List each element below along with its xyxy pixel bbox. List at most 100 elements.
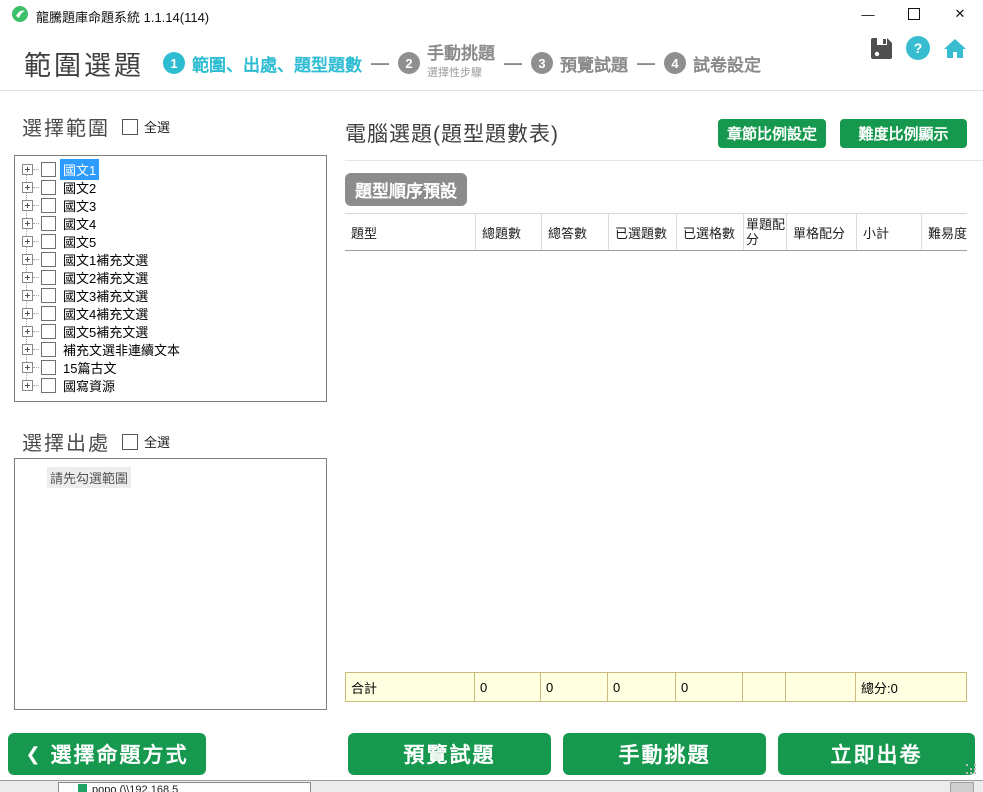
source-select-all-label: 全選: [144, 432, 170, 451]
expand-plus-icon[interactable]: [22, 200, 33, 211]
tree-item-supp5[interactable]: 國文5補充文選: [15, 322, 326, 340]
minimize-button[interactable]: —: [845, 0, 891, 28]
save-icon[interactable]: [870, 37, 893, 60]
step-2-manual-pick[interactable]: 2 手動挑題 選擇性步驟: [398, 45, 495, 82]
main-panel-divider: [345, 160, 983, 161]
maximize-button[interactable]: [891, 0, 937, 28]
difficulty-ratio-button[interactable]: 難度比例顯示: [840, 119, 967, 148]
help-icon[interactable]: ?: [906, 36, 930, 60]
tree-item-checkbox[interactable]: [41, 180, 56, 195]
app-window: 龍騰題庫命題系統 1.1.14(114) — ✕ 範圍選題 1 範圍、出處、題型…: [0, 0, 983, 792]
step-1-range[interactable]: 1 範圍、出處、題型題數: [163, 51, 362, 76]
tree-item-guowen1[interactable]: 國文1: [15, 160, 326, 178]
tree-item-checkbox[interactable]: [41, 270, 56, 285]
tree-item-15-classics[interactable]: 15篇古文: [15, 358, 326, 376]
step-separator: —: [371, 53, 389, 74]
expand-plus-icon[interactable]: [22, 164, 33, 175]
expand-plus-icon[interactable]: [22, 272, 33, 283]
chapter-ratio-button[interactable]: 章節比例設定: [718, 119, 826, 148]
background-window-item: popo (\\192.168.5: [58, 782, 311, 792]
step-2-sublabel: 選擇性步驟: [427, 64, 495, 82]
col-difficulty: 難易度: [921, 214, 967, 250]
tree-item-guowen5[interactable]: 國文5: [15, 232, 326, 250]
resize-grip[interactable]: [964, 762, 978, 776]
selected-blanks-value: 0: [676, 672, 743, 702]
chevron-left-icon: ❮: [25, 744, 42, 765]
source-section-title: 選擇出處: [22, 427, 110, 456]
col-selected-questions: 已選題數: [608, 214, 676, 250]
step-indicator: 1 範圍、出處、題型題數 — 2 手動挑題 選擇性步驟 — 3 預覽試題 — 4…: [163, 40, 761, 86]
step-3-preview[interactable]: 3 預覽試題: [531, 51, 628, 76]
window-controls: — ✕: [845, 0, 983, 28]
total-answers-value: 0: [541, 672, 608, 702]
points-per-blank-value: [786, 672, 856, 702]
step-1-circle: 1: [163, 52, 185, 74]
tree-item-checkbox[interactable]: [41, 234, 56, 249]
question-type-table-header: 題型 總題數 總答數 已選題數 已選格數 單題配分 單格配分 小計 難易度: [345, 213, 967, 251]
tree-item-checkbox[interactable]: [41, 252, 56, 267]
expand-plus-icon[interactable]: [22, 362, 33, 373]
preview-exam-button[interactable]: 預覽試題: [348, 733, 551, 775]
total-score: 總分:0: [856, 672, 967, 702]
manual-pick-button[interactable]: 手動挑題: [563, 733, 766, 775]
expand-plus-icon[interactable]: [22, 218, 33, 229]
tree-item-guowen4[interactable]: 國文4: [15, 214, 326, 232]
tree-item-checkbox[interactable]: [41, 216, 56, 231]
step-4-paper-settings[interactable]: 4 試卷設定: [664, 51, 761, 76]
step-separator: —: [637, 53, 655, 74]
range-select-all-checkbox[interactable]: [122, 119, 138, 135]
expand-plus-icon[interactable]: [22, 290, 33, 301]
col-total-questions: 總題數: [475, 214, 541, 250]
expand-plus-icon[interactable]: [22, 308, 33, 319]
step-4-circle: 4: [664, 52, 686, 74]
background-window-strip: popo (\\192.168.5: [0, 780, 983, 792]
tree-item-supp1[interactable]: 國文1補充文選: [15, 250, 326, 268]
tree-item-checkbox[interactable]: [41, 378, 56, 393]
tree-item-noncontinuous[interactable]: 補充文選非連續文本: [15, 340, 326, 358]
selected-questions-value: 0: [608, 672, 676, 702]
title-bar: 龍騰題庫命題系統 1.1.14(114) — ✕: [0, 0, 983, 28]
header-icons: ?: [870, 36, 967, 60]
expand-plus-icon[interactable]: [22, 380, 33, 391]
tree-item-checkbox[interactable]: [41, 360, 56, 375]
spreadsheet-app-icon: [78, 784, 87, 792]
range-tree[interactable]: 國文1 國文2 國文3 國文4 國文5 國文1補充文選: [14, 155, 327, 402]
expand-plus-icon[interactable]: [22, 344, 33, 355]
window-title: 龍騰題庫命題系統 1.1.14(114): [36, 7, 209, 26]
tree-item-guowen2[interactable]: 國文2: [15, 178, 326, 196]
col-question-type: 題型: [345, 214, 475, 250]
background-window-text: popo (\\192.168.5: [92, 783, 178, 792]
col-selected-blanks: 已選格數: [676, 214, 743, 250]
generate-exam-button[interactable]: 立即出卷: [778, 733, 975, 775]
tree-item-guowen3[interactable]: 國文3: [15, 196, 326, 214]
tree-item-checkbox[interactable]: [41, 342, 56, 357]
tree-item-supp3[interactable]: 國文3補充文選: [15, 286, 326, 304]
expand-plus-icon[interactable]: [22, 236, 33, 247]
expand-plus-icon[interactable]: [22, 254, 33, 265]
source-list-box[interactable]: 請先勾選範圍: [14, 458, 327, 710]
back-to-mode-button[interactable]: ❮ 選擇命題方式: [8, 733, 206, 775]
app-logo-icon: [12, 6, 28, 22]
total-label: 合計: [345, 672, 475, 702]
expand-plus-icon[interactable]: [22, 326, 33, 337]
expand-plus-icon[interactable]: [22, 182, 33, 193]
page-title: 範圍選題: [24, 44, 144, 83]
tree-item-checkbox[interactable]: [41, 198, 56, 213]
tree-item-checkbox[interactable]: [41, 306, 56, 321]
range-section-title: 選擇範圍: [22, 112, 110, 141]
source-select-all-checkbox[interactable]: [122, 434, 138, 450]
range-select-all-label: 全選: [144, 117, 170, 136]
total-row: 合計 0 0 0 0 總分:0: [345, 672, 967, 702]
tree-item-checkbox[interactable]: [41, 162, 56, 177]
home-icon[interactable]: [943, 36, 967, 60]
close-button[interactable]: ✕: [937, 0, 983, 28]
tree-item-checkbox[interactable]: [41, 288, 56, 303]
tree-item-writing-resources[interactable]: 國寫資源: [15, 376, 326, 394]
col-points-per-blank: 單格配分: [786, 214, 856, 250]
tree-item-supp2[interactable]: 國文2補充文選: [15, 268, 326, 286]
maximize-icon: [908, 8, 920, 20]
tree-item-supp4[interactable]: 國文4補充文選: [15, 304, 326, 322]
range-section-header: 選擇範圍 全選: [22, 112, 170, 141]
type-order-default-button[interactable]: 題型順序預設: [345, 173, 467, 206]
tree-item-checkbox[interactable]: [41, 324, 56, 339]
